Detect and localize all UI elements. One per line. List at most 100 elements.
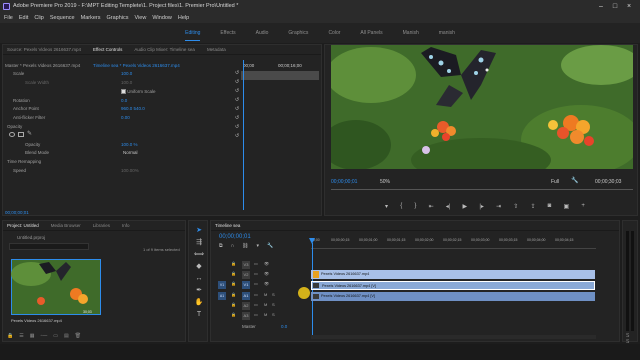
track-label-a1[interactable]: A1 — [242, 292, 250, 300]
master-track-value[interactable]: 0.0 — [281, 324, 287, 329]
track-lock-icon[interactable]: 🔒 — [231, 312, 239, 320]
settings-wrench-icon[interactable]: 🔧 — [267, 243, 273, 249]
reset-icon[interactable]: ↺ — [235, 79, 241, 85]
timeline-timecode[interactable]: 00;00;00;01 — [219, 234, 251, 240]
track-lock-icon[interactable]: 🔒 — [231, 281, 239, 289]
meter-solo-icon[interactable]: S S — [626, 333, 634, 345]
track-label-a2[interactable]: A2 — [242, 302, 250, 310]
add-marker-icon[interactable]: ▾ — [257, 243, 260, 249]
track-solo-icon[interactable]: S — [272, 312, 275, 317]
track-sync-icon[interactable]: ▭ — [254, 312, 258, 317]
ec-playhead[interactable] — [243, 60, 244, 210]
tab-libraries[interactable]: Libraries — [93, 221, 110, 230]
reset-icon[interactable]: ↺ — [235, 124, 241, 130]
track-solo-icon[interactable]: S — [272, 302, 275, 307]
step-back-icon[interactable]: ◂| — [446, 203, 451, 213]
timeline-ruler[interactable]: 00;00 00;00;00;15 00;00;01;00 00;00;01;1… — [311, 238, 611, 248]
source-patch-a1[interactable]: A1 — [218, 292, 226, 300]
ec-rotation-value[interactable]: 0.0 — [121, 97, 127, 105]
new-item-icon[interactable]: ▤ — [64, 333, 69, 341]
type-tool-icon[interactable]: T — [194, 310, 204, 320]
track-sync-icon[interactable]: ▭ — [254, 292, 258, 297]
icon-view-icon[interactable]: ▦ — [30, 333, 35, 341]
workspace-all-panels[interactable]: All Panels — [360, 23, 382, 43]
workspace-editing[interactable]: Editing — [185, 23, 201, 41]
track-lock-icon[interactable]: 🔒 — [231, 302, 239, 310]
tab-timeline-sea[interactable]: Timeline sea — [215, 221, 240, 230]
minimize-icon[interactable]: – — [596, 2, 606, 11]
workspace-manish-2[interactable]: manish — [439, 23, 455, 43]
selection-tool-icon[interactable]: ➤ — [194, 226, 204, 236]
lift-icon[interactable]: ⇧ — [513, 203, 518, 213]
program-zoom-select[interactable]: 50% — [380, 179, 390, 185]
reset-icon[interactable]: ↺ — [235, 115, 241, 121]
track-mute-icon[interactable]: M — [264, 302, 267, 307]
clip-v2[interactable]: Pexels Videos 2616637.mp4 [V] — [311, 281, 595, 290]
workspace-manish[interactable]: Manish — [403, 23, 419, 43]
project-search-input[interactable] — [9, 243, 89, 250]
lock-icon[interactable]: 🔒 — [7, 333, 13, 341]
track-lock-icon[interactable]: 🔒 — [231, 292, 239, 300]
program-timecode[interactable]: 00;00;00;01 — [331, 179, 357, 185]
menu-view[interactable]: View — [135, 13, 147, 23]
track-sync-icon[interactable]: ▭ — [254, 302, 258, 307]
trash-icon[interactable]: 🗑 — [75, 333, 81, 341]
play-icon[interactable]: ▶ — [463, 203, 468, 213]
track-sync-icon[interactable]: ▭ — [254, 281, 258, 286]
mark-in-icon[interactable]: { — [400, 203, 402, 213]
wrench-icon[interactable]: 🔧 — [571, 177, 578, 184]
menu-window[interactable]: Window — [152, 13, 172, 23]
track-eye-icon[interactable]: 👁 — [264, 281, 269, 286]
menu-file[interactable]: File — [4, 13, 13, 23]
checkbox-icon[interactable] — [121, 89, 126, 95]
ec-blend-mode-select[interactable]: Normal — [123, 149, 138, 157]
ec-scale-value[interactable]: 100.0 — [121, 70, 132, 78]
nest-icon[interactable]: ⧉ — [219, 243, 223, 249]
program-quality-select[interactable]: Full — [551, 179, 559, 185]
track-label-v2[interactable]: V2 — [242, 271, 250, 279]
workspace-effects[interactable]: Effects — [220, 23, 235, 43]
source-patch-v1[interactable]: V1 — [218, 281, 226, 289]
reset-icon[interactable]: ↺ — [235, 97, 241, 103]
tab-metadata[interactable]: Metadata — [207, 45, 226, 54]
zoom-slider-icon[interactable]: ◦— — [40, 333, 47, 341]
add-button-icon[interactable]: + — [581, 203, 585, 213]
ec-time-remapping-label[interactable]: Time Remapping — [7, 158, 41, 166]
tab-source[interactable]: Source: Pexels Videos 2616637.mp4 — [7, 45, 81, 54]
tab-info[interactable]: Info — [122, 221, 130, 230]
tab-project[interactable]: Project: Untitled — [7, 221, 39, 230]
tab-effect-controls[interactable]: Effect Controls — [93, 45, 122, 54]
track-lock-icon[interactable]: 🔒 — [231, 261, 239, 269]
track-sync-icon[interactable]: ▭ — [254, 261, 258, 266]
track-eye-icon[interactable]: 👁 — [264, 261, 269, 266]
comparison-view-icon[interactable]: ▣ — [563, 203, 569, 213]
menu-graphics[interactable]: Graphics — [107, 13, 129, 23]
pen-tool-icon[interactable]: ✒ — [194, 286, 204, 296]
step-forward-icon[interactable]: |▸ — [479, 203, 484, 213]
master-clip-label[interactable]: Master * Pexels Videos 2616637.mp4 — [5, 62, 80, 70]
rectangle-mask-icon[interactable] — [18, 132, 24, 137]
close-icon[interactable]: × — [624, 2, 634, 11]
program-video-frame[interactable] — [331, 45, 633, 169]
ellipse-mask-icon[interactable] — [9, 132, 15, 137]
menu-edit[interactable]: Edit — [19, 13, 28, 23]
mark-out-icon[interactable]: } — [414, 203, 416, 213]
ec-anti-flicker-value[interactable]: 0.00 — [121, 114, 130, 122]
go-to-out-icon[interactable]: ⇥ — [496, 203, 501, 213]
ripple-edit-tool-icon[interactable]: ⟺ — [194, 250, 204, 260]
project-clip-thumbnail[interactable] — [11, 259, 101, 315]
track-label-v1[interactable]: V1 — [242, 281, 250, 289]
track-sync-icon[interactable]: ▭ — [254, 271, 258, 276]
ec-opacity-value[interactable]: 100.0 % — [121, 141, 138, 149]
slip-tool-icon[interactable]: ↔ — [194, 274, 204, 284]
menu-sequence[interactable]: Sequence — [50, 13, 75, 23]
program-time-ruler[interactable] — [331, 189, 633, 190]
workspace-color[interactable]: Color — [328, 23, 340, 43]
pen-mask-icon[interactable]: ✎ — [27, 131, 33, 137]
ec-anchor-value[interactable]: 960.0 540.0 — [121, 105, 145, 113]
menu-help[interactable]: Help — [178, 13, 189, 23]
track-lock-icon[interactable]: 🔒 — [231, 271, 239, 279]
export-frame-icon[interactable]: ◙ — [548, 203, 552, 213]
linked-selection-icon[interactable]: ⛓ — [242, 243, 248, 249]
track-label-v3[interactable]: V3 — [242, 261, 250, 269]
